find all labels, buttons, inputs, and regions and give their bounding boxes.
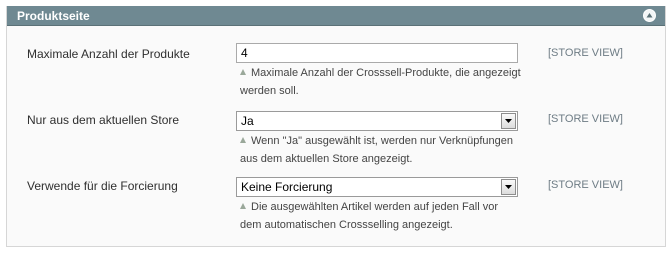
forcing-select[interactable]: Keine Forcierung — [236, 177, 518, 197]
note-current-store-only-wrap: aus dem aktuellen Store angezeigt. — [240, 150, 530, 168]
note-forcing: Die ausgewählten Artikel werden auf jede… — [240, 198, 530, 216]
note-max-products-line2: werden soll. — [240, 85, 299, 97]
note-triangle-icon — [240, 69, 246, 75]
forcing-value: Keine Forcierung — [241, 180, 333, 194]
current-store-only-select[interactable]: Ja — [236, 111, 518, 131]
note-forcing-line1: Die ausgewählten Artikel werden auf jede… — [251, 201, 499, 213]
label-forcing: Verwende für die Forcierung — [27, 179, 178, 193]
note-forcing-wrap: dem automatischen Crossselling angezeigt… — [240, 216, 530, 234]
chevron-down-icon[interactable] — [501, 113, 516, 129]
note-current-store-only-line2: aus dem aktuellen Store angezeigt. — [240, 153, 413, 165]
max-products-input[interactable]: 4 — [236, 43, 518, 63]
collapse-arrow-up-icon[interactable] — [643, 9, 656, 22]
note-triangle-icon — [240, 137, 246, 143]
scope-max-products: [STORE VIEW] — [548, 47, 623, 59]
scope-forcing: [STORE VIEW] — [548, 179, 623, 191]
label-current-store-only: Nur aus dem aktuellen Store — [27, 113, 180, 127]
note-current-store-only-line1: Wenn "Ja" ausgewählt ist, werden nur Ver… — [251, 135, 513, 147]
note-current-store-only: Wenn "Ja" ausgewählt ist, werden nur Ver… — [240, 132, 530, 150]
chevron-down-icon[interactable] — [501, 179, 516, 195]
note-max-products-line1: Maximale Anzahl der Crosssell-Produkte, … — [251, 67, 521, 79]
scope-current-store-only: [STORE VIEW] — [548, 113, 623, 125]
note-max-products: Maximale Anzahl der Crosssell-Produkte, … — [240, 64, 530, 82]
section-header[interactable]: Produktseite — [7, 6, 665, 26]
note-forcing-line2: dem automatischen Crossselling angezeigt… — [240, 219, 453, 231]
label-max-products: Maximale Anzahl der Produkte — [27, 47, 190, 61]
note-max-products-wrap: werden soll. — [240, 82, 530, 100]
note-triangle-icon — [240, 203, 246, 209]
current-store-only-value: Ja — [241, 114, 254, 128]
section-title: Produktseite — [17, 9, 90, 23]
produktseite-fieldset: Produktseite Maximale Anzahl der Produkt… — [6, 6, 666, 247]
